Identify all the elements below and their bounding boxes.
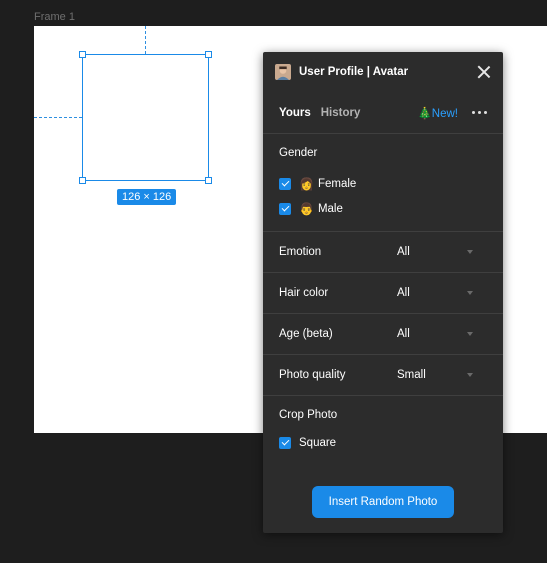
filter-hair-color[interactable]: Hair color All (263, 273, 503, 314)
panel-title: User Profile | Avatar (299, 66, 409, 78)
female-emoji-icon: 👩 (299, 176, 314, 191)
resize-handle-top-left[interactable] (79, 51, 86, 58)
plugin-panel: User Profile | Avatar Yours History 🎄New… (263, 52, 503, 533)
crop-title: Crop Photo (279, 409, 338, 421)
gender-option-female[interactable]: 👩 Female (279, 171, 487, 196)
female-checkbox[interactable] (279, 177, 291, 190)
gender-option-male[interactable]: 👨 Male (279, 196, 487, 221)
hair-color-select[interactable]: All (397, 287, 467, 299)
insert-random-photo-button[interactable]: Insert Random Photo (312, 486, 454, 518)
emotion-label: Emotion (279, 246, 322, 258)
tab-bar: Yours History 🎄New! (263, 92, 503, 134)
filter-photo-quality[interactable]: Photo quality Small (263, 355, 503, 396)
filter-emotion[interactable]: Emotion All (263, 232, 503, 273)
guide-horizontal (34, 117, 82, 118)
tab-history[interactable]: History (321, 107, 361, 119)
male-label: Male (317, 202, 343, 215)
chevron-down-icon[interactable] (467, 250, 473, 254)
new-link[interactable]: 🎄New! (417, 106, 458, 120)
frame-label[interactable]: Frame 1 (34, 11, 75, 23)
photo-quality-label: Photo quality (279, 369, 346, 381)
hair-color-label: Hair color (279, 287, 329, 299)
age-select[interactable]: All (397, 328, 467, 340)
chevron-down-icon[interactable] (467, 332, 473, 336)
crop-section: Crop Photo Square (263, 396, 503, 476)
filter-age[interactable]: Age (beta) All (263, 314, 503, 355)
emotion-select[interactable]: All (397, 246, 467, 258)
square-checkbox[interactable] (279, 436, 291, 449)
chevron-down-icon[interactable] (467, 373, 473, 377)
resize-handle-bottom-left[interactable] (79, 177, 86, 184)
resize-handle-bottom-right[interactable] (205, 177, 212, 184)
crop-option-square[interactable]: Square (279, 430, 487, 455)
tree-icon: 🎄 (417, 107, 432, 120)
gender-section: Gender 👩 Female 👨 Male (263, 134, 503, 232)
guide-vertical (145, 26, 146, 54)
age-label: Age (beta) (279, 328, 333, 340)
male-emoji-icon: 👨 (299, 201, 314, 216)
panel-header: User Profile | Avatar (263, 52, 503, 92)
more-options-icon[interactable] (472, 111, 487, 114)
close-icon[interactable] (477, 65, 491, 79)
size-badge: 126 × 126 (117, 189, 177, 205)
chevron-down-icon[interactable] (467, 291, 473, 295)
gender-title: Gender (279, 147, 318, 159)
resize-handle-top-right[interactable] (205, 51, 212, 58)
male-checkbox[interactable] (279, 202, 291, 215)
plugin-avatar-icon (275, 64, 291, 80)
new-label: New! (431, 107, 458, 120)
button-wrap: Insert Random Photo (263, 476, 503, 518)
tab-yours[interactable]: Yours (279, 107, 311, 119)
square-label: Square (299, 436, 337, 449)
female-label: Female (317, 177, 357, 190)
photo-quality-select[interactable]: Small (397, 369, 467, 381)
selection-box[interactable] (79, 51, 212, 184)
